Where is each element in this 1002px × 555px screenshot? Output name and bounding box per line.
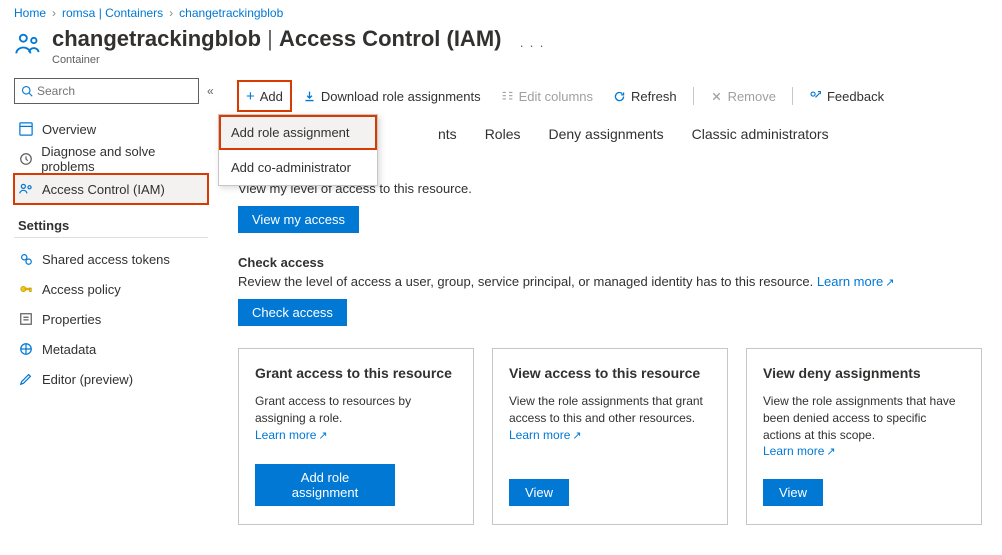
iam-icon	[14, 30, 42, 58]
edit-columns-button: Edit columns	[493, 81, 601, 111]
view-my-access-button[interactable]: View my access	[238, 206, 359, 233]
sidebar-item-label: Metadata	[42, 342, 96, 357]
add-button[interactable]: + Add	[238, 81, 291, 111]
sidebar-item-access-policy[interactable]: Access policy	[14, 274, 208, 304]
tab-partial[interactable]: nts	[438, 120, 457, 148]
sidebar-item-label: Access policy	[42, 282, 121, 297]
refresh-label: Refresh	[631, 89, 677, 104]
search-input[interactable]	[37, 84, 192, 98]
cards-row: Grant access to this resource Grant acce…	[238, 348, 1002, 525]
page-name: Access Control (IAM)	[279, 26, 501, 51]
external-link-icon: ↗	[885, 277, 894, 289]
feedback-icon	[809, 90, 822, 103]
breadcrumb: Home › romsa | Containers › changetracki…	[0, 0, 1002, 22]
card-body-text: Grant access to resources by assigning a…	[255, 393, 457, 427]
edit-label: Edit columns	[519, 89, 593, 104]
external-link-icon: ↗	[318, 430, 327, 442]
sidebar-item-overview[interactable]: Overview	[14, 114, 208, 144]
add-label: Add	[260, 89, 283, 104]
dropdown-add-co-administrator[interactable]: Add co-administrator	[219, 150, 377, 185]
sidebar-item-label: Access Control (IAM)	[42, 182, 165, 197]
search-input-wrapper[interactable]	[14, 78, 199, 104]
sidebar-item-label: Diagnose and solve problems	[41, 144, 204, 174]
properties-icon	[18, 311, 34, 327]
chevron-right-icon: ›	[52, 6, 56, 20]
deny-learn-more-link[interactable]: Learn more↗	[763, 444, 836, 458]
sidebar-item-properties[interactable]: Properties	[14, 304, 208, 334]
sidebar: « Overview Diagnose and solve problems A…	[0, 78, 218, 525]
search-icon	[21, 85, 33, 97]
page-header: changetrackingblob | Access Control (IAM…	[0, 22, 1002, 78]
card-title: View access to this resource	[509, 365, 711, 381]
sidebar-item-diagnose[interactable]: Diagnose and solve problems	[14, 144, 208, 174]
diagnose-icon	[18, 151, 33, 167]
columns-icon	[501, 90, 514, 103]
sidebar-item-label: Overview	[42, 122, 96, 137]
refresh-button[interactable]: Refresh	[605, 81, 685, 111]
view-access-button[interactable]: View	[509, 479, 569, 506]
sidebar-item-label: Properties	[42, 312, 101, 327]
check-access-desc-text: Review the level of access a user, group…	[238, 274, 813, 289]
check-access-desc: Review the level of access a user, group…	[238, 274, 1002, 289]
crumb-current[interactable]: changetrackingblob	[179, 6, 283, 20]
check-access-title: Check access	[238, 255, 1002, 270]
remove-icon	[710, 90, 723, 103]
card-body-text: View the role assignments that have been…	[763, 393, 965, 443]
main-content: + Add Download role assignments Edit col…	[218, 78, 1002, 525]
download-icon	[303, 90, 316, 103]
feedback-button[interactable]: Feedback	[801, 81, 892, 111]
feedback-label: Feedback	[827, 89, 884, 104]
resource-name: changetrackingblob	[52, 26, 261, 51]
view-deny-button[interactable]: View	[763, 479, 823, 506]
card-deny-assignments: View deny assignments View the role assi…	[746, 348, 982, 525]
editor-icon	[18, 371, 34, 387]
external-link-icon: ↗	[826, 446, 835, 458]
sidebar-item-access-control[interactable]: Access Control (IAM)	[14, 174, 208, 204]
toolbar-separator	[693, 87, 694, 105]
chevron-right-icon: ›	[169, 6, 173, 20]
sidebar-item-editor[interactable]: Editor (preview)	[14, 364, 208, 394]
key-icon	[18, 281, 34, 297]
toolbar: + Add Download role assignments Edit col…	[238, 78, 1002, 114]
resource-type: Container	[52, 54, 501, 66]
sidebar-item-label: Editor (preview)	[42, 372, 133, 387]
card-view-access: View access to this resource View the ro…	[492, 348, 728, 525]
token-icon	[18, 251, 34, 267]
collapse-sidebar-icon[interactable]: «	[207, 84, 214, 98]
check-access-button[interactable]: Check access	[238, 299, 347, 326]
download-label: Download role assignments	[321, 89, 481, 104]
metadata-icon	[18, 341, 34, 357]
card-title: Grant access to this resource	[255, 365, 457, 381]
card-title: View deny assignments	[763, 365, 965, 381]
external-link-icon: ↗	[572, 430, 581, 442]
refresh-icon	[613, 90, 626, 103]
more-menu-icon[interactable]: · · ·	[519, 38, 544, 53]
download-role-assignments-button[interactable]: Download role assignments	[295, 81, 489, 111]
page-title: changetrackingblob | Access Control (IAM…	[52, 26, 501, 52]
overview-icon	[18, 121, 34, 137]
card-grant-access: Grant access to this resource Grant acce…	[238, 348, 474, 525]
add-role-assignment-button[interactable]: Add role assignment	[255, 464, 395, 506]
sidebar-section-settings: Settings	[14, 204, 208, 238]
check-access-learn-more-link[interactable]: Learn more↗	[817, 274, 895, 289]
card-body-text: View the role assignments that grant acc…	[509, 393, 711, 427]
dropdown-add-role-assignment[interactable]: Add role assignment	[219, 115, 377, 150]
view-learn-more-link[interactable]: Learn more↗	[509, 428, 582, 442]
crumb-home[interactable]: Home	[14, 6, 46, 20]
grant-learn-more-link[interactable]: Learn more↗	[255, 428, 328, 442]
add-dropdown: Add role assignment Add co-administrator	[218, 114, 378, 186]
sidebar-item-metadata[interactable]: Metadata	[14, 334, 208, 364]
tab-roles[interactable]: Roles	[485, 120, 521, 148]
tab-deny-assignments[interactable]: Deny assignments	[548, 120, 663, 148]
remove-button: Remove	[702, 81, 784, 111]
crumb-containers[interactable]: romsa | Containers	[62, 6, 163, 20]
tabs: nts Roles Deny assignments Classic admin…	[438, 120, 1002, 148]
sidebar-item-label: Shared access tokens	[42, 252, 170, 267]
plus-icon: +	[246, 88, 255, 105]
iam-icon	[18, 181, 34, 197]
tab-classic-administrators[interactable]: Classic administrators	[692, 120, 829, 148]
toolbar-separator	[792, 87, 793, 105]
remove-label: Remove	[728, 89, 776, 104]
sidebar-item-shared-access-tokens[interactable]: Shared access tokens	[14, 244, 208, 274]
